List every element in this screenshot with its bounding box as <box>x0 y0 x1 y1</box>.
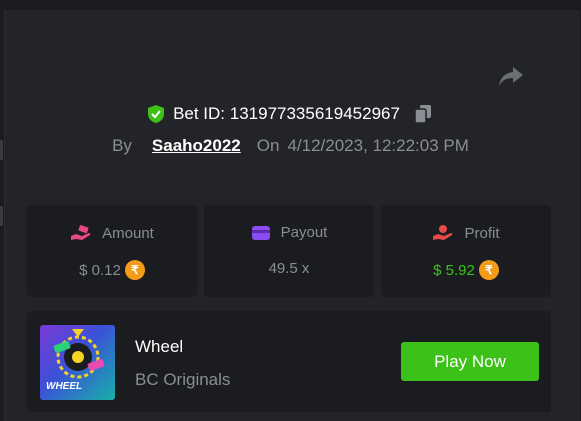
payout-card: Payout 49.5 x <box>204 205 374 297</box>
bet-id: Bet ID: 131977335619452967 <box>173 104 400 123</box>
amount-value: $ 0.12 <box>79 261 121 279</box>
profit-value: $ 5.92 <box>433 261 475 279</box>
payout-label: Payout <box>280 224 328 241</box>
rupee-coin-icon: ₹ <box>124 260 145 280</box>
game-card: WHEEL Wheel BC Originals Play Now <box>27 311 551 412</box>
bet-meta-row: By Saaho2022 On 4/12/2023, 12:22:03 PM <box>0 136 581 156</box>
game-thumbnail[interactable]: WHEEL <box>40 325 115 400</box>
profit-label: Profit <box>464 224 500 242</box>
on-label: On <box>256 136 280 155</box>
game-provider: BC Originals <box>135 370 231 389</box>
username-link[interactable]: Saaho2022 <box>152 136 241 156</box>
wallet-icon <box>251 225 270 240</box>
game-thumbnail-label: WHEEL <box>46 381 83 392</box>
share-button[interactable] <box>497 64 525 90</box>
play-now-button[interactable]: Play Now <box>401 342 539 381</box>
bet-datetime: 4/12/2023, 12:22:03 PM <box>287 136 469 155</box>
share-icon <box>499 67 523 86</box>
rupee-coin-icon: ₹ <box>478 260 499 280</box>
bet-id-row: Bet ID: 131977335619452967 <box>0 103 581 125</box>
copy-button[interactable] <box>412 103 434 125</box>
bet-stats: Amount $ 0.12 ₹ Payout 49.5 x Profit $ 5… <box>27 205 551 297</box>
payout-value: 49.5 x <box>268 260 310 277</box>
copy-icon <box>414 105 431 124</box>
by-label: By <box>112 136 132 155</box>
profit-card: Profit $ 5.92 ₹ <box>381 205 551 297</box>
amount-label: Amount <box>102 224 154 242</box>
edge-divider <box>0 206 3 226</box>
verified-shield-icon <box>148 105 165 123</box>
game-name[interactable]: Wheel <box>135 337 183 357</box>
hand-coin-icon <box>433 225 453 240</box>
amount-card: Amount $ 0.12 ₹ <box>27 205 197 297</box>
money-hand-icon <box>71 225 91 240</box>
